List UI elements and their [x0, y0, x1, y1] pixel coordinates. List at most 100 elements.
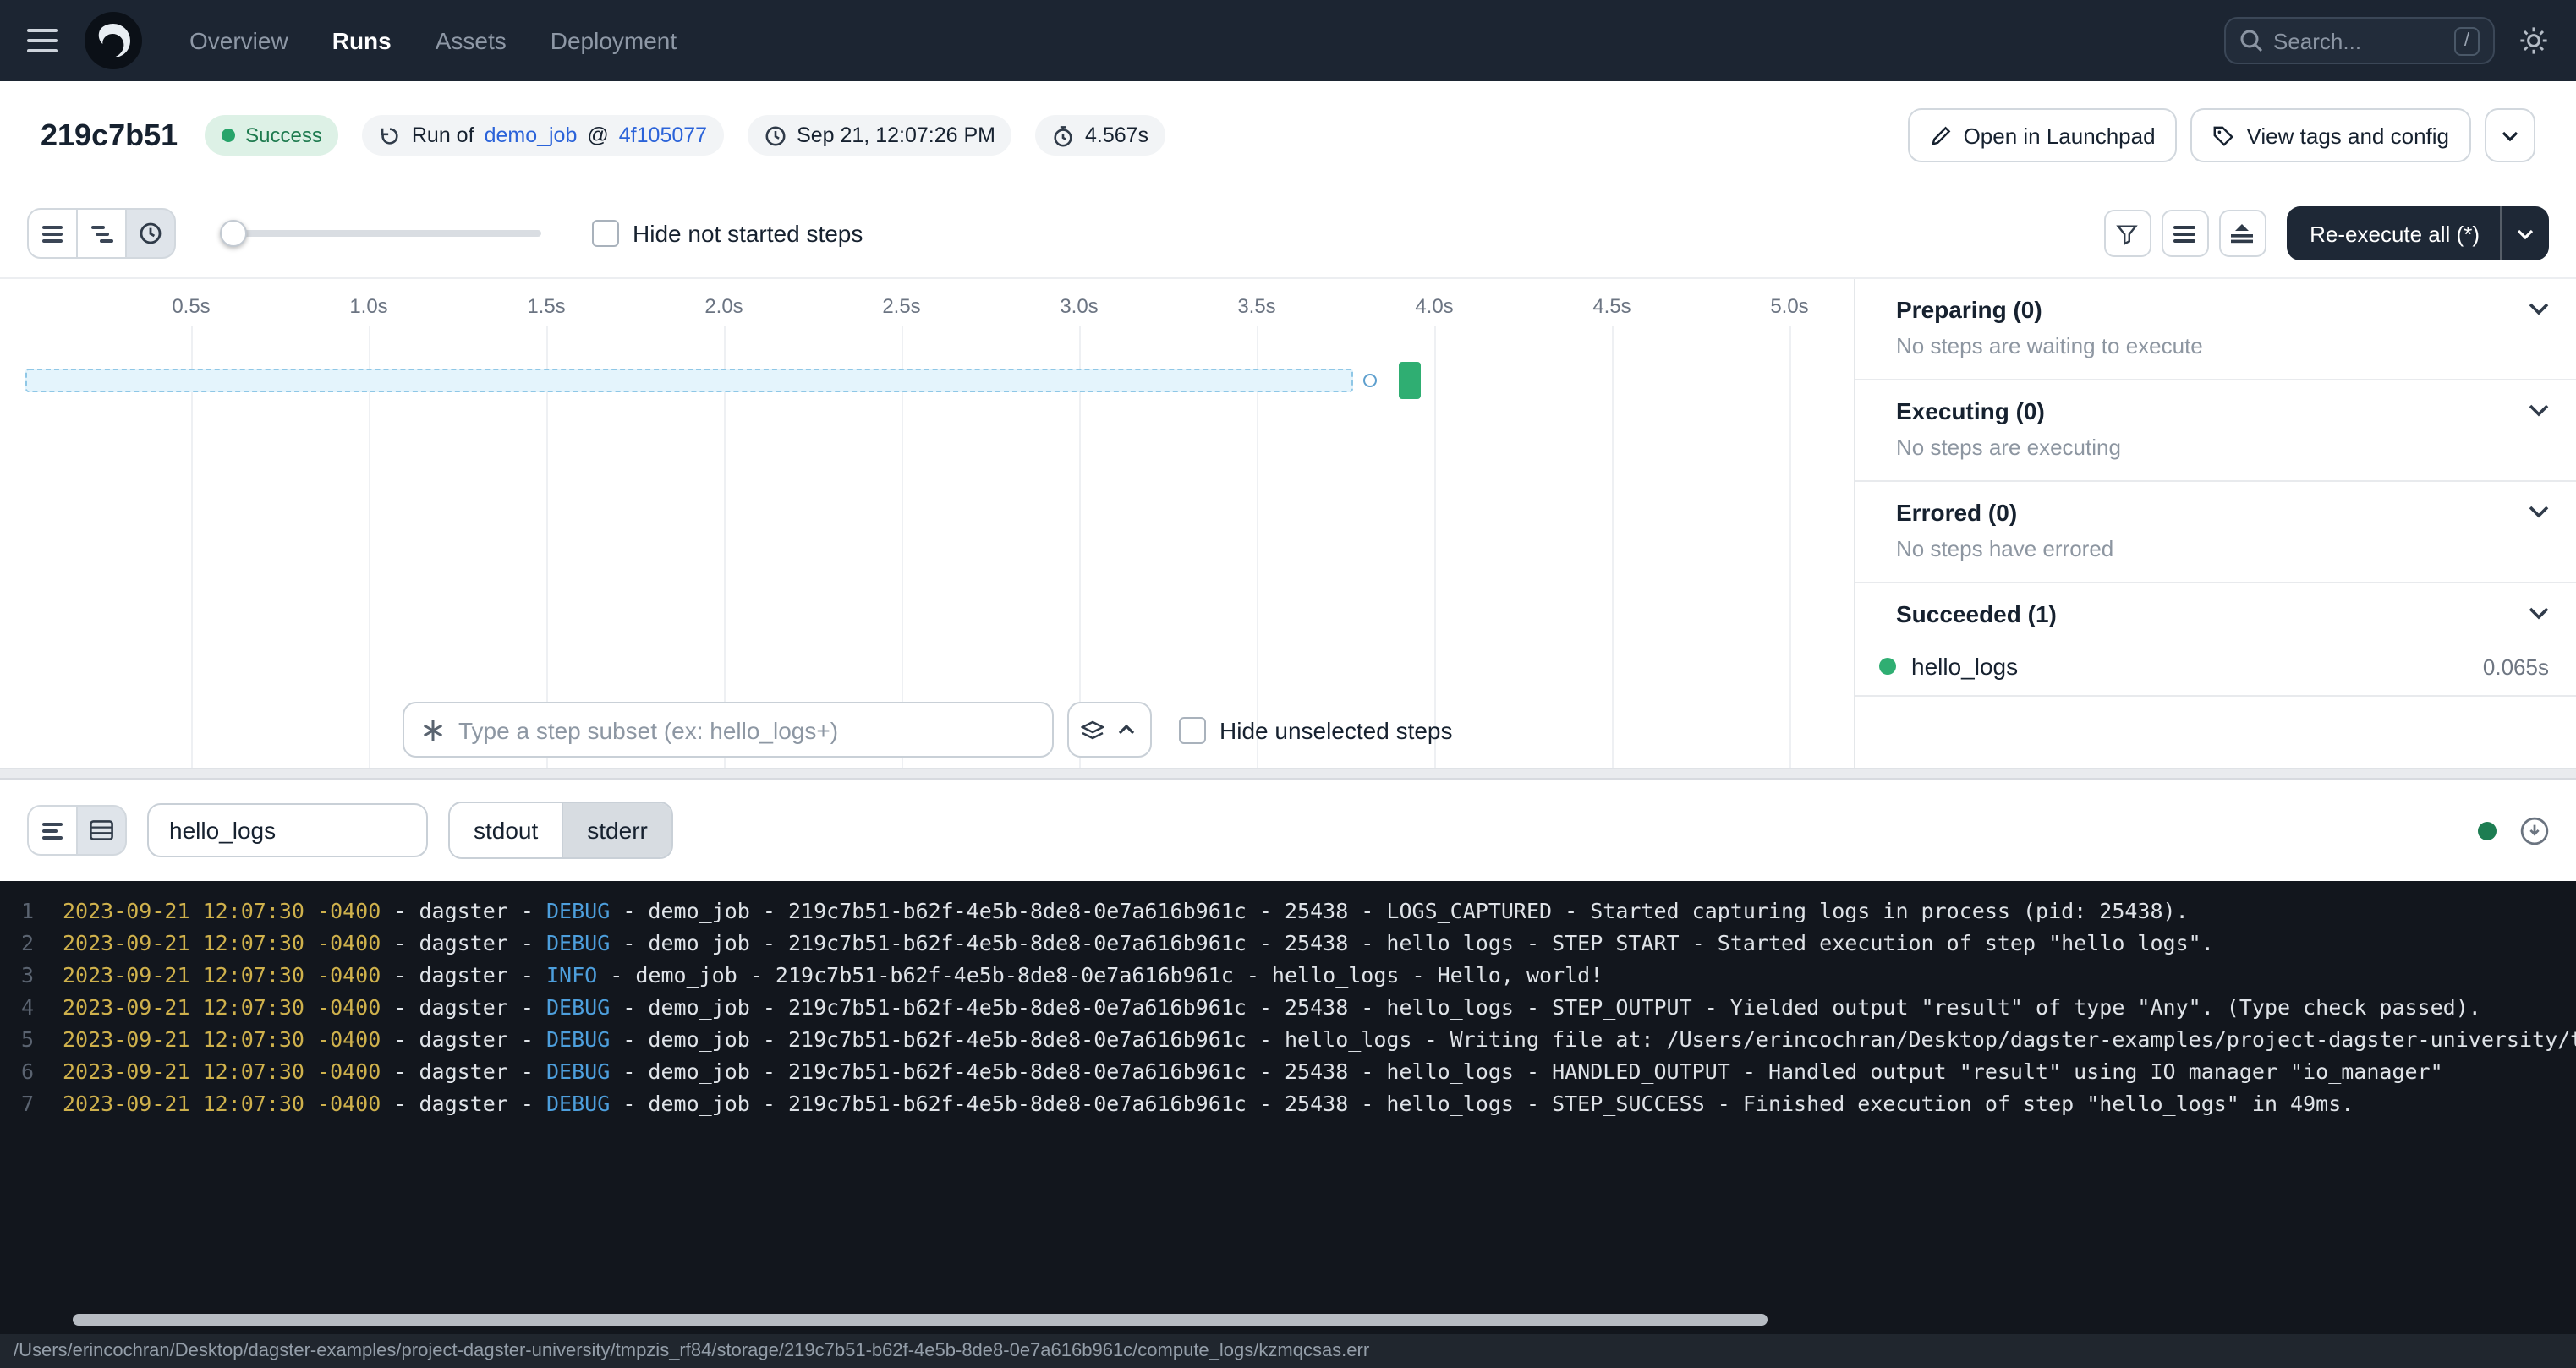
log-level: DEBUG: [546, 1026, 610, 1052]
dagster-logo-icon[interactable]: [85, 12, 142, 69]
step-subset-input[interactable]: [458, 716, 1035, 743]
log-line-number: 3: [0, 959, 34, 991]
log-horizontal-scrollbar[interactable]: [73, 1314, 1768, 1326]
step-section-title: Preparing (0): [1896, 296, 2042, 323]
log-tab-stderr[interactable]: stderr: [562, 803, 671, 857]
log-file-path-bar: /Users/erincochran/Desktop/dagster-examp…: [0, 1334, 2576, 1368]
log-filter-input[interactable]: [169, 817, 406, 844]
nav-item-overview[interactable]: Overview: [189, 27, 288, 54]
search-input[interactable]: [2273, 28, 2444, 53]
run-status-badge: Success: [205, 115, 339, 156]
log-text: - dagster -: [381, 1091, 546, 1116]
log-view-raw-button[interactable]: [76, 805, 127, 856]
checkbox-box-icon[interactable]: [592, 220, 619, 247]
pane-splitter[interactable]: [0, 768, 2576, 780]
log-line-number: 4: [0, 991, 34, 1023]
step-section-header[interactable]: Succeeded (1): [1855, 583, 2576, 637]
axis-gridline: [191, 326, 193, 768]
download-logs-button[interactable]: [2520, 816, 2549, 845]
settings-gear-icon[interactable]: [2518, 25, 2549, 56]
log-level: DEBUG: [546, 1091, 610, 1116]
filter-funnel-button[interactable]: [2103, 210, 2151, 257]
raw-console-icon: [90, 820, 113, 840]
checkbox-box-icon[interactable]: [1179, 716, 1206, 743]
log-text: - dagster -: [381, 994, 546, 1020]
nav-item-deployment[interactable]: Deployment: [551, 27, 677, 54]
timer-icon: [139, 222, 162, 245]
axis-tick-label: 1.0s: [335, 294, 403, 318]
log-output[interactable]: 1 2023-09-21 12:07:30 -0400 - dagster - D…: [0, 881, 2576, 1334]
log-view-structured-button[interactable]: [27, 805, 78, 856]
log-line: 52023-09-21 12:07:30 -0400 - dagster - D…: [0, 1023, 2576, 1055]
graph-query-layers-button[interactable]: [1076, 703, 1110, 756]
reexecute-label: Re-execute all (*): [2310, 221, 2480, 246]
nav-item-runs[interactable]: Runs: [332, 27, 392, 54]
log-line-number: 1: [0, 895, 34, 927]
hide-not-started-checkbox[interactable]: Hide not started steps: [592, 220, 863, 247]
step-row[interactable]: hello_logs0.065s: [1855, 637, 2576, 695]
search-icon: [2239, 29, 2263, 52]
log-text: - demo_job - 219c7b51-b62f-4e5b-8de8-0e7…: [610, 994, 2481, 1020]
step-success-dot-icon: [1879, 658, 1896, 675]
view-waterfall-button[interactable]: [76, 208, 127, 259]
history-icon: [380, 124, 402, 146]
chevron-down-icon[interactable]: [2529, 607, 2549, 621]
axis-tick-label: 4.0s: [1400, 294, 1468, 318]
search-shortcut-badge: /: [2454, 26, 2480, 55]
open-in-launchpad-button[interactable]: Open in Launchpad: [1908, 108, 2178, 162]
view-timed-button[interactable]: [125, 208, 176, 259]
collapse-rows-button[interactable]: [2218, 210, 2266, 257]
log-line: 62023-09-21 12:07:30 -0400 - dagster - D…: [0, 1055, 2576, 1087]
reexecute-dropdown-caret[interactable]: [2502, 227, 2549, 239]
job-link[interactable]: demo_job: [485, 123, 578, 147]
nav-item-assets[interactable]: Assets: [436, 27, 507, 54]
download-icon: [2520, 816, 2549, 845]
log-level: DEBUG: [546, 994, 610, 1020]
run-header: 219c7b51 Success Run of demo_job @ 4f105…: [0, 81, 2576, 189]
axis-tick-label: 1.5s: [512, 294, 580, 318]
chevron-down-icon[interactable]: [2529, 506, 2549, 519]
step-section-header[interactable]: Errored (0): [1855, 482, 2576, 536]
step-section-header[interactable]: Preparing (0): [1855, 279, 2576, 333]
log-filter-field[interactable]: [147, 803, 428, 857]
axis-tick-label: 3.5s: [1223, 294, 1291, 318]
run-id-title: 219c7b51: [41, 118, 178, 153]
run-header-actions: Open in Launchpad View tags and config: [1908, 108, 2535, 162]
step-duration: 0.065s: [2483, 654, 2549, 679]
reexecute-all-button[interactable]: Re-execute all (*): [2286, 206, 2549, 260]
global-search[interactable]: /: [2224, 17, 2495, 64]
commit-link[interactable]: 4f105077: [619, 123, 707, 147]
menu-icon[interactable]: [27, 29, 58, 52]
graph-query-controls: [1067, 702, 1152, 758]
view-flat-button[interactable]: [27, 208, 78, 259]
log-text: - demo_job - 219c7b51-b62f-4e5b-8de8-0e7…: [610, 1026, 2576, 1052]
gantt-chart[interactable]: 0.5s1.0s1.5s2.0s2.5s3.0s3.5s4.0s4.5s5.0s: [0, 279, 1855, 768]
log-tab-stdout[interactable]: stdout: [450, 803, 562, 857]
log-timestamp: 2023-09-21 12:07:30 -0400: [63, 898, 381, 923]
view-tags-config-button[interactable]: View tags and config: [2191, 108, 2471, 162]
hide-unselected-checkbox[interactable]: Hide unselected steps: [1179, 716, 1453, 743]
gantt-step-bar-hello-logs[interactable]: [1399, 362, 1421, 399]
run-timestamp: Sep 21, 12:07:26 PM: [797, 123, 995, 147]
zoom-slider[interactable]: [220, 220, 541, 247]
zoom-slider-handle[interactable]: [220, 220, 247, 247]
step-section: Preparing (0)No steps are waiting to exe…: [1855, 279, 2576, 380]
hide-unselected-label: Hide unselected steps: [1219, 716, 1453, 743]
log-text: - demo_job - 219c7b51-b62f-4e5b-8de8-0e7…: [610, 1059, 2442, 1084]
funnel-icon: [2116, 222, 2138, 244]
gantt-waiting-bar: [25, 369, 1353, 392]
step-section-title: Executing (0): [1896, 397, 2045, 424]
log-line: 32023-09-21 12:07:30 -0400 - dagster - I…: [0, 959, 2576, 991]
run-actions-dropdown-button[interactable]: [2485, 108, 2535, 162]
waterfall-icon: [90, 224, 112, 243]
chevron-down-icon[interactable]: [2529, 404, 2549, 418]
step-section: Errored (0)No steps have errored: [1855, 482, 2576, 583]
log-timestamp: 2023-09-21 12:07:30 -0400: [63, 930, 381, 955]
hide-not-started-label: Hide not started steps: [633, 220, 863, 247]
status-label: Success: [245, 123, 322, 147]
step-subset-field[interactable]: [403, 702, 1054, 758]
row-density-button[interactable]: [2161, 210, 2208, 257]
chevron-down-icon[interactable]: [2529, 303, 2549, 316]
step-section-header[interactable]: Executing (0): [1855, 380, 2576, 435]
graph-query-collapse-button[interactable]: [1110, 703, 1143, 756]
